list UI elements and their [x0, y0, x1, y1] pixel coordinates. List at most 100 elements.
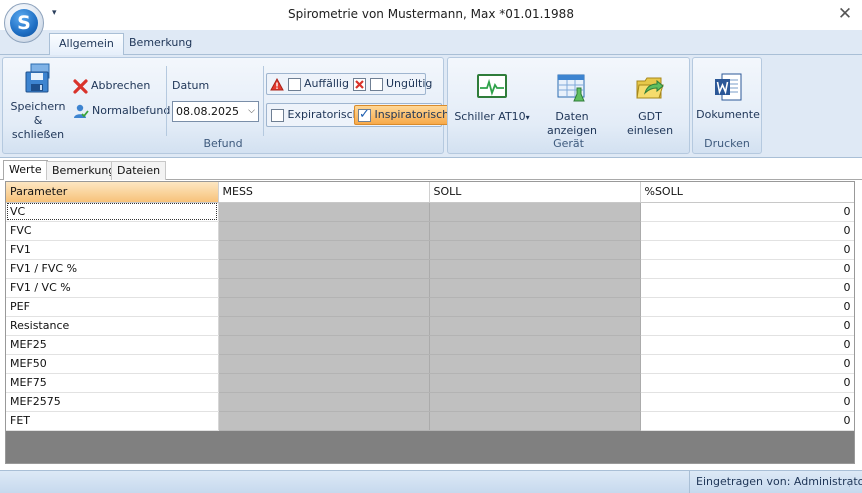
soll-cell — [429, 278, 641, 298]
device-dropdown-button[interactable]: Schiller AT10▾ — [454, 74, 530, 125]
group-label-geraet: Gerät — [553, 137, 584, 150]
inspiratorisch-check-box[interactable] — [358, 107, 371, 123]
parameter-cell[interactable]: FV1 / FVC % — [6, 259, 219, 279]
tab-dateien[interactable]: Dateien — [111, 161, 167, 180]
save-label-line1: Speichern — [10, 100, 66, 113]
app-menu-orb[interactable]: S — [4, 3, 44, 43]
pct-soll-cell[interactable]: 0 — [640, 373, 854, 393]
soll-cell — [429, 316, 641, 336]
cancel-button[interactable]: Abbrechen — [73, 78, 150, 94]
show-data-button[interactable]: Daten anzeigen — [534, 74, 610, 138]
table-row[interactable]: FV1 / VC % 0 — [6, 278, 854, 298]
soll-cell — [429, 221, 641, 241]
documents-button[interactable]: Dokumente — [695, 72, 761, 122]
pct-soll-cell[interactable]: 0 — [640, 202, 854, 222]
parameter-cell[interactable]: VC — [6, 202, 219, 222]
normal-finding-button[interactable]: Normalbefund — [73, 103, 170, 119]
inspiratorisch-checkbox[interactable]: Inspiratorisch — [354, 105, 454, 125]
mess-cell — [218, 202, 430, 222]
documents-label: Dokumente — [696, 108, 760, 121]
gdt-import-button[interactable]: GDT einlesen — [614, 74, 686, 138]
mess-cell — [218, 392, 430, 412]
table-row[interactable]: MEF50 0 — [6, 354, 854, 374]
grid-header-row: Parameter MESS SOLL %SOLL — [6, 182, 854, 203]
normal-finding-label: Normalbefund — [92, 104, 171, 117]
values-grid[interactable]: Parameter MESS SOLL %SOLL VC 0 FVC 0 FV1 — [5, 181, 855, 464]
mess-cell — [218, 278, 430, 298]
parameter-cell[interactable]: Resistance — [6, 316, 219, 336]
parameter-cell[interactable]: PEF — [6, 297, 219, 317]
table-row[interactable]: MEF2575 0 — [6, 392, 854, 412]
group-label-befund: Befund — [203, 137, 243, 150]
status-entered-by: Eingetragen von: Administrator, — [689, 471, 862, 493]
parameter-cell[interactable]: FVC — [6, 221, 219, 241]
mess-cell — [218, 259, 430, 279]
ribbon-tab-bemerkung[interactable]: Bemerkung — [120, 33, 201, 55]
auffaellig-check-box[interactable] — [287, 77, 301, 91]
expiratorisch-checkbox[interactable]: Expiratorisch — [271, 107, 360, 123]
table-row[interactable]: FV1 0 — [6, 240, 854, 260]
table-row[interactable]: FET 0 — [6, 411, 854, 431]
table-row[interactable]: MEF25 0 — [6, 335, 854, 355]
save-close-button[interactable]: Speichern & schließen — [9, 62, 67, 142]
column-header-parameter[interactable]: Parameter — [6, 182, 219, 203]
cancel-label: Abbrechen — [91, 79, 151, 92]
parameter-cell[interactable]: MEF50 — [6, 354, 219, 374]
parameter-cell[interactable]: MEF75 — [6, 373, 219, 393]
pct-soll-cell[interactable]: 0 — [640, 316, 854, 336]
soll-cell — [429, 240, 641, 260]
pct-soll-cell[interactable]: 0 — [640, 221, 854, 241]
device-label: Schiller AT10 — [454, 110, 526, 123]
invalid-x-icon — [353, 77, 366, 91]
table-row[interactable]: VC 0 — [6, 202, 854, 222]
date-picker[interactable]: 08.08.2025 ⌵ — [172, 101, 259, 122]
resize-grip-icon[interactable]: ⋰ — [848, 479, 856, 488]
pct-soll-cell[interactable]: 0 — [640, 335, 854, 355]
mess-cell — [218, 335, 430, 355]
inspiratorisch-label: Inspiratorisch — [374, 108, 450, 121]
group-label-drucken: Drucken — [704, 137, 750, 150]
column-header-pct-soll[interactable]: %SOLL — [640, 182, 854, 203]
ribbon-tab-allgemein[interactable]: Allgemein — [49, 33, 124, 56]
ungueltig-check-box[interactable] — [369, 77, 383, 91]
parameter-cell[interactable]: MEF2575 — [6, 392, 219, 412]
divider — [166, 66, 167, 136]
table-row[interactable]: FVC 0 — [6, 221, 854, 241]
parameter-cell[interactable]: FV1 — [6, 240, 219, 260]
show-data-label: Daten anzeigen — [546, 110, 598, 137]
expiratorisch-label: Expiratorisch — [287, 108, 360, 121]
gdt-import-label: GDT einlesen — [626, 110, 674, 137]
ungueltig-checkbox[interactable]: Ungültig — [353, 76, 432, 92]
mess-cell — [218, 411, 430, 431]
pct-soll-cell[interactable]: 0 — [640, 392, 854, 412]
table-row[interactable]: FV1 / FVC % 0 — [6, 259, 854, 279]
pct-soll-cell[interactable]: 0 — [640, 354, 854, 374]
auffaellig-checkbox[interactable]: Auffällig — [270, 76, 349, 92]
parameter-cell[interactable]: FET — [6, 411, 219, 431]
pct-soll-cell[interactable]: 0 — [640, 278, 854, 298]
app-logo-icon: S — [10, 9, 38, 37]
chevron-down-icon[interactable]: ⌵ — [248, 102, 255, 121]
table-row[interactable]: PEF 0 — [6, 297, 854, 317]
soll-cell — [429, 335, 641, 355]
warning-icon — [270, 77, 284, 90]
close-window-button[interactable]: ✕ — [832, 2, 858, 26]
column-header-soll[interactable]: SOLL — [429, 182, 641, 203]
content-tab-row: Werte Bemerkung Dateien — [0, 158, 862, 180]
mess-cell — [218, 373, 430, 393]
table-row[interactable]: MEF75 0 — [6, 373, 854, 393]
mess-cell — [218, 240, 430, 260]
ribbon-group-drucken: Dokumente Drucken — [692, 57, 762, 154]
table-row[interactable]: Resistance 0 — [6, 316, 854, 336]
pct-soll-cell[interactable]: 0 — [640, 297, 854, 317]
pct-soll-cell[interactable]: 0 — [640, 240, 854, 260]
tab-bemerkung[interactable]: Bemerkung — [46, 161, 122, 180]
parameter-cell[interactable]: FV1 / VC % — [6, 278, 219, 298]
column-header-mess[interactable]: MESS — [218, 182, 430, 203]
expiratorisch-check-box[interactable] — [271, 108, 284, 122]
parameter-cell[interactable]: MEF25 — [6, 335, 219, 355]
pct-soll-cell[interactable]: 0 — [640, 259, 854, 279]
tab-werte[interactable]: Werte — [3, 160, 48, 180]
cancel-x-icon — [73, 78, 88, 94]
pct-soll-cell[interactable]: 0 — [640, 411, 854, 431]
